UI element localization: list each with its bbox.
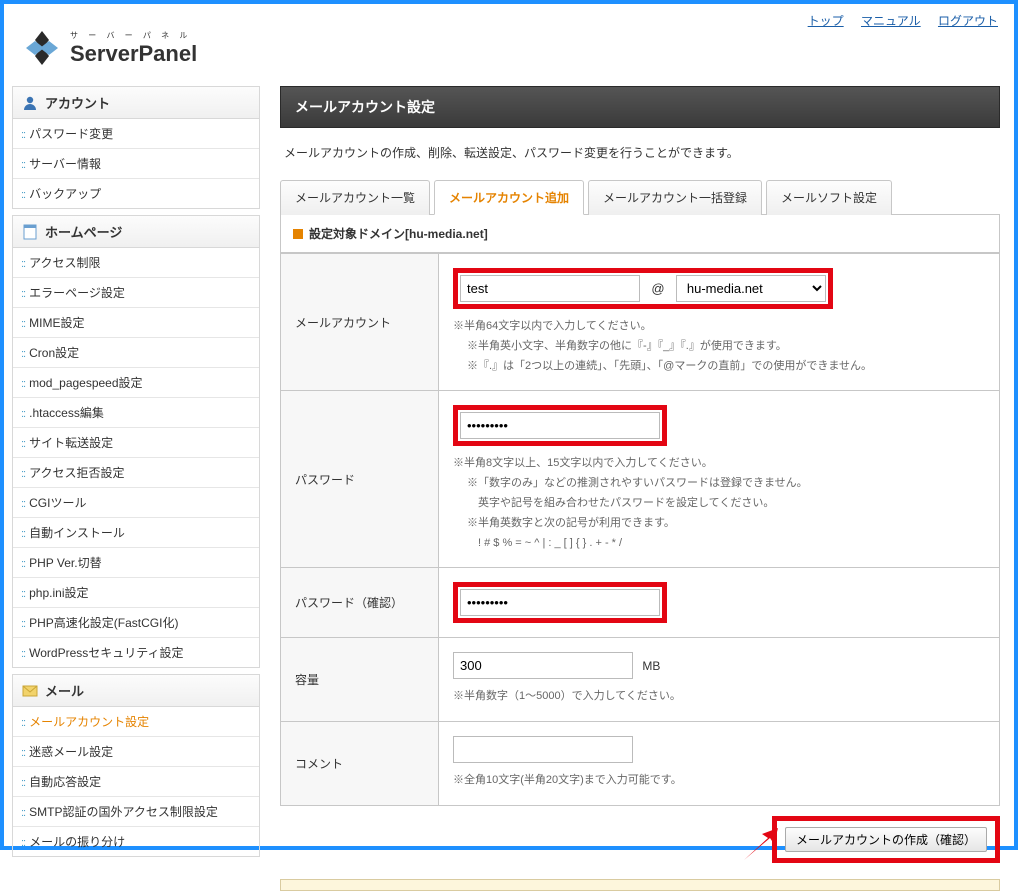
logo-icon [22, 28, 62, 68]
sidebar-header-homepage-label: ホームページ [45, 222, 122, 241]
domain-bar: 設定対象ドメイン [hu-media.net] [280, 215, 1000, 253]
top-link-manual[interactable]: マニュアル [861, 14, 921, 28]
comment-note: ※全角10文字(半角20文字)まで入力可能です。 [453, 771, 985, 791]
domain-value: [hu-media.net] [405, 227, 488, 241]
logo-text: ServerPanel [70, 41, 197, 67]
row-label-password-confirm: パスワード（確認） [281, 568, 439, 638]
sidebar-item[interactable]: 迷惑メール設定 [13, 737, 259, 767]
sidebar-item[interactable]: 自動インストール [13, 518, 259, 548]
sidebar-header-homepage: ホームページ [12, 215, 260, 248]
page-description: メールアカウントの作成、削除、転送設定、パスワード変更を行うことができます。 [280, 128, 1000, 179]
password-input[interactable] [460, 412, 660, 439]
sidebar-item[interactable]: PHP高速化設定(FastCGI化) [13, 608, 259, 638]
password-notes: ※半角8文字以上、15文字以内で入力してください。 ※「数字のみ」などの推測され… [453, 454, 985, 553]
square-icon [293, 229, 303, 239]
capacity-note: ※半角数字（1～5000）で入力してください。 [453, 687, 985, 707]
tabs: メールアカウント一覧 メールアカウント追加 メールアカウント一括登録 メールソフ… [280, 179, 1000, 215]
row-label-capacity: 容量 [281, 638, 439, 722]
sidebar-header-account-label: アカウント [45, 93, 110, 112]
tab-bulk[interactable]: メールアカウント一括登録 [588, 180, 762, 215]
sidebar-item[interactable]: .htaccess編集 [13, 398, 259, 428]
sidebar-item[interactable]: サーバー情報 [13, 149, 259, 179]
comment-input[interactable] [453, 736, 633, 763]
sidebar-item[interactable]: 自動応答設定 [13, 767, 259, 797]
logo-kana: サ ー バ ー パ ネ ル [70, 30, 197, 41]
tab-mailsoft[interactable]: メールソフト設定 [766, 180, 892, 215]
sidebar-item[interactable]: アクセス拒否設定 [13, 458, 259, 488]
sidebar-item[interactable]: バックアップ [13, 179, 259, 208]
user-icon [21, 94, 39, 112]
mailaccount-notes: ※半角64文字以内で入力してください。 ※半角英小文字、半角数字の他に『-』『_… [453, 317, 985, 376]
row-label-mailaccount: メールアカウント [281, 254, 439, 391]
sidebar-item[interactable]: PHP Ver.切替 [13, 548, 259, 578]
capacity-unit: MB [642, 659, 660, 673]
sidebar-item[interactable]: SMTP認証の国外アクセス制限設定 [13, 797, 259, 827]
capacity-input[interactable] [453, 652, 633, 679]
sidebar: アカウント パスワード変更 サーバー情報 バックアップ ホームページ アクセス制… [12, 86, 260, 891]
mail-icon [21, 682, 39, 700]
tab-list[interactable]: メールアカウント一覧 [280, 180, 430, 215]
sidebar-item[interactable]: アクセス制限 [13, 248, 259, 278]
domain-label: 設定対象ドメイン [309, 225, 405, 242]
row-label-comment: コメント [281, 722, 439, 806]
at-symbol: @ [643, 281, 672, 296]
submit-button[interactable]: メールアカウントの作成（確認） [785, 827, 987, 852]
notice-strip [280, 879, 1000, 891]
sidebar-item-mail-account[interactable]: メールアカウント設定 [13, 707, 259, 737]
sidebar-header-mail: メール [12, 674, 260, 707]
sidebar-item[interactable]: MIME設定 [13, 308, 259, 338]
domain-select[interactable]: hu-media.net [676, 275, 826, 302]
sidebar-item[interactable]: php.ini設定 [13, 578, 259, 608]
arrow-icon [738, 824, 780, 869]
sidebar-item[interactable]: パスワード変更 [13, 119, 259, 149]
mail-local-input[interactable] [460, 275, 640, 302]
row-label-password: パスワード [281, 391, 439, 568]
sidebar-header-mail-label: メール [45, 681, 84, 700]
sidebar-header-account: アカウント [12, 86, 260, 119]
sidebar-item[interactable]: サイト転送設定 [13, 428, 259, 458]
tab-add[interactable]: メールアカウント追加 [434, 180, 584, 215]
page-title: メールアカウント設定 [280, 86, 1000, 128]
page-icon [21, 223, 39, 241]
sidebar-item[interactable]: メールの振り分け [13, 827, 259, 856]
sidebar-item[interactable]: CGIツール [13, 488, 259, 518]
sidebar-item[interactable]: Cron設定 [13, 338, 259, 368]
password-confirm-input[interactable] [460, 589, 660, 616]
sidebar-item[interactable]: WordPressセキュリティ設定 [13, 638, 259, 667]
top-link-logout[interactable]: ログアウト [938, 14, 998, 28]
top-link-top[interactable]: トップ [808, 14, 844, 28]
sidebar-item[interactable]: エラーページ設定 [13, 278, 259, 308]
sidebar-item[interactable]: mod_pagespeed設定 [13, 368, 259, 398]
